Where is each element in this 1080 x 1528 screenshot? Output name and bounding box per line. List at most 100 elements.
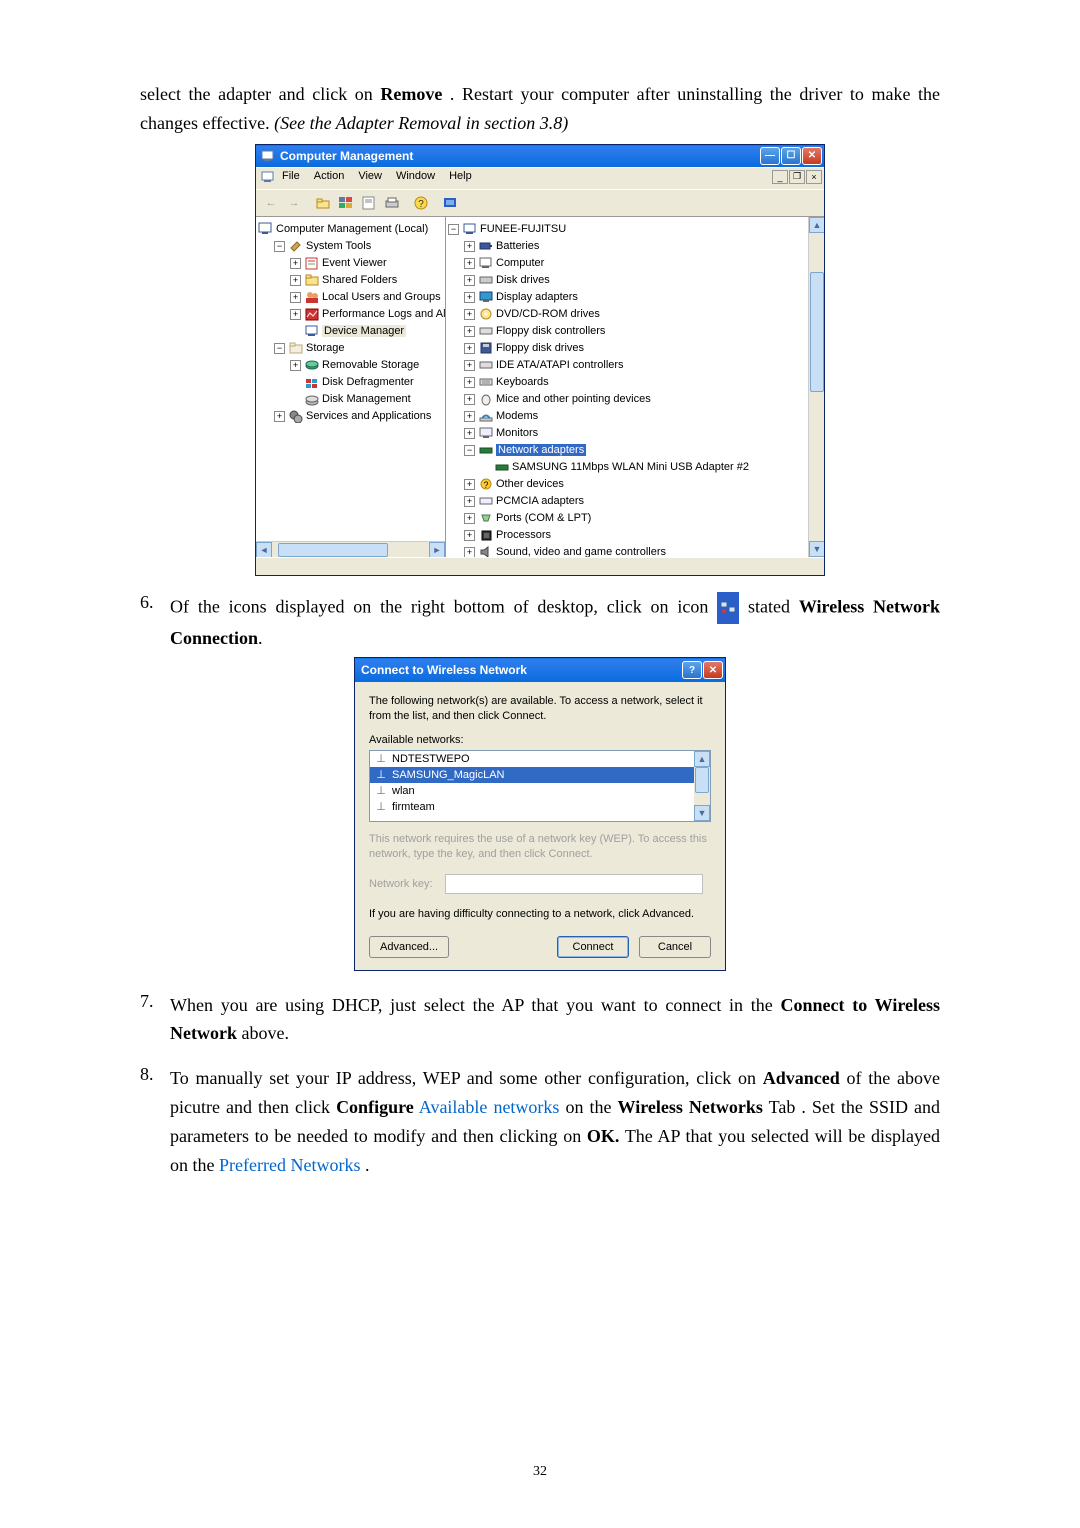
expander-plus-icon[interactable]: + xyxy=(290,309,301,320)
dev-samsung[interactable]: SAMSUNG 11Mbps WLAN Mini USB Adapter #2 xyxy=(448,459,822,476)
expander-plus-icon[interactable]: + xyxy=(290,258,301,269)
tree-diskmgmt[interactable]: Disk Management xyxy=(258,391,443,408)
expander-minus-icon[interactable]: − xyxy=(464,445,475,456)
dev-pcmcia[interactable]: +PCMCIA adapters xyxy=(448,493,822,510)
tree-removable[interactable]: +Removable Storage xyxy=(258,357,443,374)
dev-ports[interactable]: +Ports (COM & LPT) xyxy=(448,510,822,527)
menu-help[interactable]: Help xyxy=(449,170,472,187)
dev-floppydrv[interactable]: +Floppy disk drives xyxy=(448,340,822,357)
connect-button[interactable]: Connect xyxy=(557,936,629,958)
tree-shared[interactable]: +Shared Folders xyxy=(258,272,443,289)
expander-plus-icon[interactable]: + xyxy=(290,360,301,371)
wn-listbox[interactable]: ⊥NDTESTWEPO ⊥SAMSUNG_MagicLAN ⊥wlan ⊥fir… xyxy=(369,750,711,822)
tree-root[interactable]: Computer Management (Local) xyxy=(258,221,443,238)
tb-up[interactable] xyxy=(312,193,334,213)
wn-titlebar[interactable]: Connect to Wireless Network ? ✕ xyxy=(355,658,725,682)
dev-other[interactable]: +?Other devices xyxy=(448,476,822,493)
expander-plus-icon[interactable]: + xyxy=(464,513,475,524)
scroll-thumb[interactable] xyxy=(278,543,388,557)
dev-sound[interactable]: +Sound, video and game controllers xyxy=(448,544,822,557)
menu-window[interactable]: Window xyxy=(396,170,435,187)
tb-props[interactable] xyxy=(358,193,380,213)
expander-plus-icon[interactable]: + xyxy=(464,343,475,354)
dev-keyboards[interactable]: +Keyboards xyxy=(448,374,822,391)
expander-plus-icon[interactable]: + xyxy=(464,428,475,439)
menu-view[interactable]: View xyxy=(358,170,382,187)
expander-plus-icon[interactable]: + xyxy=(290,292,301,303)
tb-tree[interactable] xyxy=(335,193,357,213)
expander-plus-icon[interactable]: + xyxy=(464,411,475,422)
scroll-thumb[interactable] xyxy=(810,272,824,392)
dev-processors[interactable]: +Processors xyxy=(448,527,822,544)
minimize-button[interactable]: — xyxy=(760,147,780,165)
scroll-up-icon[interactable]: ▲ xyxy=(809,217,824,233)
menu-file[interactable]: File xyxy=(282,170,300,187)
expander-plus-icon[interactable]: + xyxy=(464,292,475,303)
expander-minus-icon[interactable]: − xyxy=(274,343,285,354)
expander-minus-icon[interactable]: − xyxy=(448,224,459,235)
dev-ide[interactable]: +IDE ATA/ATAPI controllers xyxy=(448,357,822,374)
mdi-minimize[interactable]: _ xyxy=(772,170,788,184)
expander-plus-icon[interactable]: + xyxy=(464,326,475,337)
tree-systools[interactable]: −System Tools xyxy=(258,238,443,255)
scroll-right-icon[interactable]: ► xyxy=(429,542,445,557)
dev-batteries[interactable]: +Batteries xyxy=(448,238,822,255)
dev-display[interactable]: +Display adapters xyxy=(448,289,822,306)
dev-disk[interactable]: +Disk drives xyxy=(448,272,822,289)
cm-titlebar[interactable]: Computer Management — ☐ ✕ xyxy=(256,145,824,167)
tree-services[interactable]: +Services and Applications xyxy=(258,408,443,425)
menu-action[interactable]: Action xyxy=(314,170,345,187)
tree-devmgr[interactable]: Device Manager xyxy=(258,323,443,340)
network-item[interactable]: ⊥wlan xyxy=(370,783,710,799)
maximize-button[interactable]: ☐ xyxy=(781,147,801,165)
mdi-restore[interactable]: ❐ xyxy=(789,170,805,184)
expander-plus-icon[interactable]: + xyxy=(464,360,475,371)
dev-monitors[interactable]: +Monitors xyxy=(448,425,822,442)
close-button[interactable]: ✕ xyxy=(703,661,723,679)
scroll-left-icon[interactable]: ◄ xyxy=(256,542,272,557)
expander-plus-icon[interactable]: + xyxy=(274,411,285,422)
expander-plus-icon[interactable]: + xyxy=(464,241,475,252)
advanced-button[interactable]: Advanced... xyxy=(369,936,449,958)
tb-devmgr[interactable] xyxy=(439,193,461,213)
scroll-thumb[interactable] xyxy=(695,767,709,793)
expander-plus-icon[interactable]: + xyxy=(464,496,475,507)
wn-list-scroll[interactable]: ▲ ▼ xyxy=(694,751,710,821)
expander-plus-icon[interactable]: + xyxy=(464,309,475,320)
expander-plus-icon[interactable]: + xyxy=(464,479,475,490)
expander-plus-icon[interactable]: + xyxy=(464,377,475,388)
tree-localusers[interactable]: +Local Users and Groups xyxy=(258,289,443,306)
expander-plus-icon[interactable]: + xyxy=(464,258,475,269)
dev-floppyctrl[interactable]: +Floppy disk controllers xyxy=(448,323,822,340)
tree-storage[interactable]: −Storage xyxy=(258,340,443,357)
expander-plus-icon[interactable]: + xyxy=(464,394,475,405)
cm-left-tree[interactable]: Computer Management (Local) −System Tool… xyxy=(256,217,446,557)
tb-back[interactable]: ← xyxy=(260,193,282,213)
network-item[interactable]: ⊥NDTESTWEPO xyxy=(370,751,710,767)
tree-eventviewer[interactable]: +Event Viewer xyxy=(258,255,443,272)
dev-root[interactable]: −FUNEE-FUJITSU xyxy=(448,221,822,238)
expander-plus-icon[interactable]: + xyxy=(464,547,475,557)
network-item[interactable]: ⊥firmteam xyxy=(370,799,710,815)
dev-computer[interactable]: +Computer xyxy=(448,255,822,272)
scroll-down-icon[interactable]: ▼ xyxy=(694,805,710,821)
network-key-input[interactable] xyxy=(445,874,703,894)
dev-mice[interactable]: +Mice and other pointing devices xyxy=(448,391,822,408)
expander-plus-icon[interactable]: + xyxy=(464,530,475,541)
network-item-selected[interactable]: ⊥SAMSUNG_MagicLAN xyxy=(370,767,710,783)
expander-minus-icon[interactable]: − xyxy=(274,241,285,252)
cm-right-tree[interactable]: −FUNEE-FUJITSU +Batteries +Computer +Dis… xyxy=(446,217,824,557)
cm-right-vscroll[interactable]: ▲ ▼ xyxy=(808,217,824,557)
cancel-button[interactable]: Cancel xyxy=(639,936,711,958)
expander-plus-icon[interactable]: + xyxy=(290,275,301,286)
tb-print[interactable] xyxy=(381,193,403,213)
mdi-close[interactable]: × xyxy=(806,170,822,184)
help-button[interactable]: ? xyxy=(682,661,702,679)
tb-fwd[interactable]: → xyxy=(283,193,305,213)
dev-modems[interactable]: +Modems xyxy=(448,408,822,425)
cm-left-hscroll[interactable]: ◄ ► xyxy=(256,541,445,557)
scroll-up-icon[interactable]: ▲ xyxy=(694,751,710,767)
expander-plus-icon[interactable]: + xyxy=(464,275,475,286)
dev-netadapters[interactable]: −Network adapters xyxy=(448,442,822,459)
tree-defrag[interactable]: Disk Defragmenter xyxy=(258,374,443,391)
